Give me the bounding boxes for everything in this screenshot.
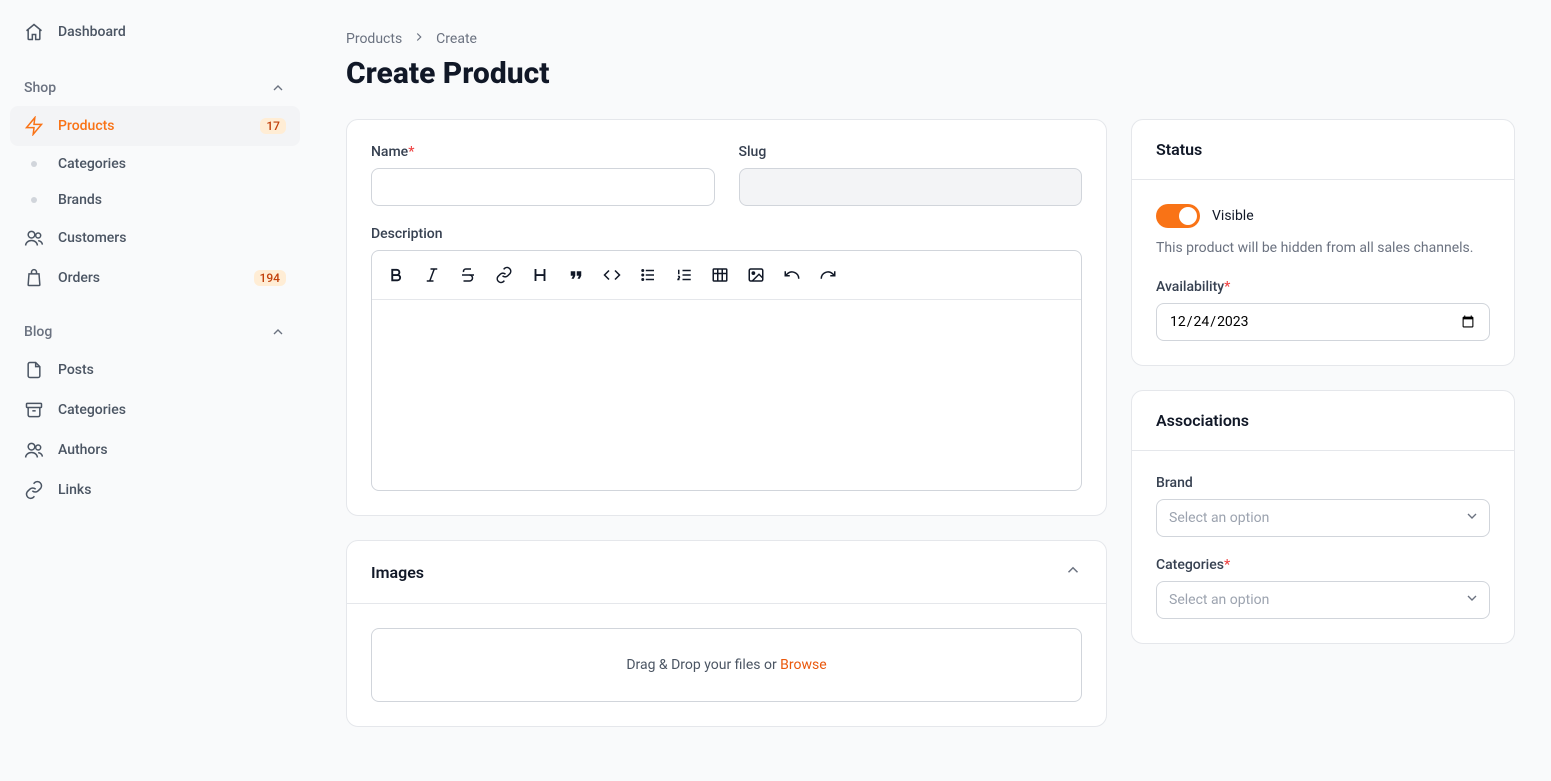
sidebar-item-brands[interactable]: Brands	[10, 182, 300, 218]
image-button[interactable]	[740, 259, 772, 291]
sidebar-products-label: Products	[58, 118, 246, 134]
availability-input[interactable]	[1156, 303, 1490, 341]
sidebar-brands-label: Brands	[58, 192, 102, 208]
page-title: Create Product	[346, 56, 1515, 91]
visible-help-text: This product will be hidden from all sal…	[1156, 238, 1490, 259]
sidebar-categories-label: Categories	[58, 156, 126, 172]
blockquote-button[interactable]	[560, 259, 592, 291]
breadcrumb-products[interactable]: Products	[346, 31, 402, 47]
bag-icon	[24, 268, 44, 288]
brand-label: Brand	[1156, 475, 1490, 491]
sidebar-authors-label: Authors	[58, 442, 286, 458]
users-icon	[24, 440, 44, 460]
required-mark: *	[408, 144, 414, 160]
visible-label: Visible	[1212, 208, 1254, 224]
categories-select[interactable]: Select an option	[1156, 581, 1490, 619]
sidebar-item-customers[interactable]: Customers	[10, 218, 300, 258]
sidebar-links-label: Links	[58, 482, 286, 498]
sidebar-customers-label: Customers	[58, 230, 286, 246]
sidebar-item-posts[interactable]: Posts	[10, 350, 300, 390]
sidebar-group-shop-label: Shop	[24, 80, 56, 96]
brand-select-placeholder: Select an option	[1169, 510, 1269, 526]
file-dropzone[interactable]: Drag & Drop your files or Browse	[371, 628, 1082, 702]
brand-select[interactable]: Select an option	[1156, 499, 1490, 537]
visible-toggle[interactable]	[1156, 204, 1200, 228]
chevron-up-icon	[1064, 561, 1082, 583]
orders-badge: 194	[254, 270, 286, 286]
name-input[interactable]	[371, 168, 715, 206]
dropzone-text: Drag & Drop your files or	[626, 657, 780, 673]
associations-card-header: Associations	[1132, 391, 1514, 451]
images-card: Images Drag & Drop your files or Browse	[346, 540, 1107, 727]
required-mark: *	[1224, 279, 1230, 295]
categories-select-placeholder: Select an option	[1169, 592, 1269, 608]
sidebar-item-categories-shop[interactable]: Categories	[10, 146, 300, 182]
link-button[interactable]	[488, 259, 520, 291]
associations-card: Associations Brand Select an option	[1131, 390, 1515, 644]
sidebar-posts-label: Posts	[58, 362, 286, 378]
code-button[interactable]	[596, 259, 628, 291]
archive-icon	[24, 400, 44, 420]
sidebar-item-categories-blog[interactable]: Categories	[10, 390, 300, 430]
heading-button[interactable]	[524, 259, 556, 291]
editor-toolbar	[372, 251, 1081, 300]
undo-button[interactable]	[776, 259, 808, 291]
chevron-right-icon	[412, 30, 426, 48]
general-card: Name* Slug Description	[346, 119, 1107, 516]
chevron-up-icon	[270, 324, 286, 340]
tree-dot-icon	[24, 161, 44, 167]
strikethrough-button[interactable]	[452, 259, 484, 291]
sidebar: Dashboard Shop Products 17 Categories Br…	[0, 0, 310, 781]
breadcrumb-create: Create	[436, 31, 477, 47]
sidebar-dashboard-label: Dashboard	[58, 24, 286, 40]
sidebar-item-links[interactable]: Links	[10, 470, 300, 510]
lightning-icon	[24, 116, 44, 136]
italic-button[interactable]	[416, 259, 448, 291]
home-icon	[24, 22, 44, 42]
name-label: Name*	[371, 144, 715, 160]
sidebar-blog-categories-label: Categories	[58, 402, 286, 418]
products-badge: 17	[260, 118, 286, 134]
document-icon	[24, 360, 44, 380]
table-button[interactable]	[704, 259, 736, 291]
status-card: Status Visible This product will be hidd…	[1131, 119, 1515, 366]
bold-button[interactable]	[380, 259, 412, 291]
sidebar-item-dashboard[interactable]: Dashboard	[10, 12, 300, 52]
link-icon	[24, 480, 44, 500]
sidebar-item-orders[interactable]: Orders 194	[10, 258, 300, 298]
tree-dot-icon	[24, 197, 44, 203]
bullet-list-button[interactable]	[632, 259, 664, 291]
description-input[interactable]	[372, 300, 1081, 490]
description-label: Description	[371, 226, 1082, 242]
sidebar-group-shop[interactable]: Shop	[10, 70, 300, 106]
rich-text-editor	[371, 250, 1082, 491]
users-icon	[24, 228, 44, 248]
sidebar-item-authors[interactable]: Authors	[10, 430, 300, 470]
browse-link[interactable]: Browse	[780, 657, 826, 673]
required-mark: *	[1224, 557, 1230, 573]
slug-label: Slug	[739, 144, 1083, 160]
images-card-header[interactable]: Images	[347, 541, 1106, 604]
availability-label: Availability*	[1156, 279, 1490, 295]
sidebar-item-products[interactable]: Products 17	[10, 106, 300, 146]
redo-button[interactable]	[812, 259, 844, 291]
ordered-list-button[interactable]	[668, 259, 700, 291]
sidebar-group-blog-label: Blog	[24, 324, 52, 340]
sidebar-orders-label: Orders	[58, 270, 240, 286]
associations-card-title: Associations	[1156, 411, 1249, 430]
chevron-up-icon	[270, 80, 286, 96]
sidebar-group-blog[interactable]: Blog	[10, 314, 300, 350]
main-content: Products Create Create Product Name*	[310, 0, 1551, 781]
breadcrumb: Products Create	[346, 30, 1515, 48]
images-card-title: Images	[371, 563, 424, 582]
status-card-header: Status	[1132, 120, 1514, 180]
categories-label: Categories*	[1156, 557, 1490, 573]
status-card-title: Status	[1156, 140, 1202, 159]
slug-input[interactable]	[739, 168, 1083, 206]
